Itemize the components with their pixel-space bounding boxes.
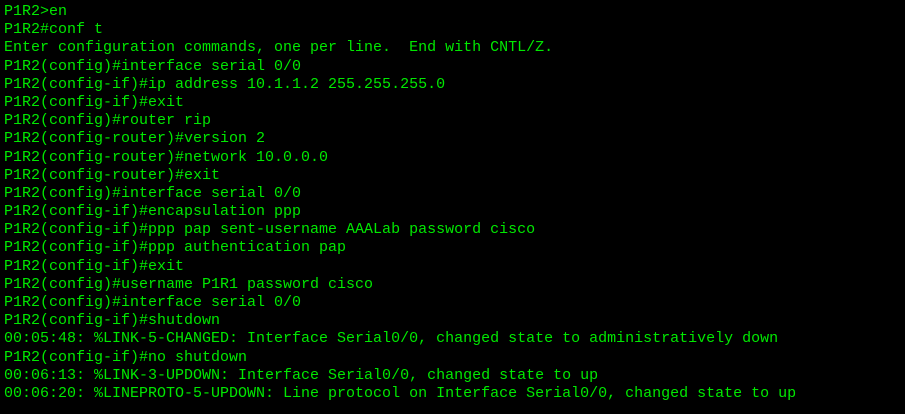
terminal-line: P1R2(config-if)#shutdown	[4, 312, 221, 330]
terminal-line: P1R2(config)#username P1R1 password cisc…	[4, 275, 374, 293]
terminal-line: P1R2(config-router)#network 10.0.0.0	[4, 148, 329, 166]
terminal-line: 00:05:48: %LINK-5-CHANGED: Interface Ser…	[4, 330, 779, 348]
terminal-line: P1R2(config)#interface serial 0/0	[4, 184, 302, 202]
terminal-line: 00:06:20: %LINEPROTO-5-UPDOWN: Line prot…	[4, 384, 797, 402]
terminal-line: P1R2#conf t	[4, 21, 104, 39]
terminal-line: 00:06:13: %LINK-3-UPDOWN: Interface Seri…	[4, 366, 599, 384]
terminal-line: P1R2(config-router)#exit	[4, 166, 221, 184]
terminal-line: P1R2(config-if)#ppp authentication pap	[4, 239, 347, 257]
terminal-line: P1R2(config)#interface serial 0/0	[4, 294, 302, 311]
terminal-line: P1R2(config-if)#exit	[4, 257, 185, 275]
terminal-line: P1R2(config-if)#ppp pap sent-username AA…	[4, 221, 536, 239]
terminal-line: P1R2(config)#router rip	[4, 112, 212, 130]
terminal-line: P1R2>en	[4, 3, 68, 20]
terminal-line: P1R2(config)#interface serial 0/0	[4, 57, 302, 75]
terminal-line: P1R2(config-if)#encapsulation ppp	[4, 203, 302, 221]
terminal-line: Enter configuration commands, one per li…	[4, 39, 554, 57]
terminal-line: P1R2(config-router)#version 2	[4, 130, 266, 148]
terminal-line: P1R2(config-if)#exit	[4, 93, 185, 111]
terminal-line: P1R2(config-if)#ip address 10.1.1.2 255.…	[4, 75, 446, 93]
terminal-window[interactable]: P1R2>en P1R2#conf t Enter configuration …	[0, 0, 905, 414]
terminal-line: P1R2(config-if)#no shutdown	[4, 348, 248, 366]
